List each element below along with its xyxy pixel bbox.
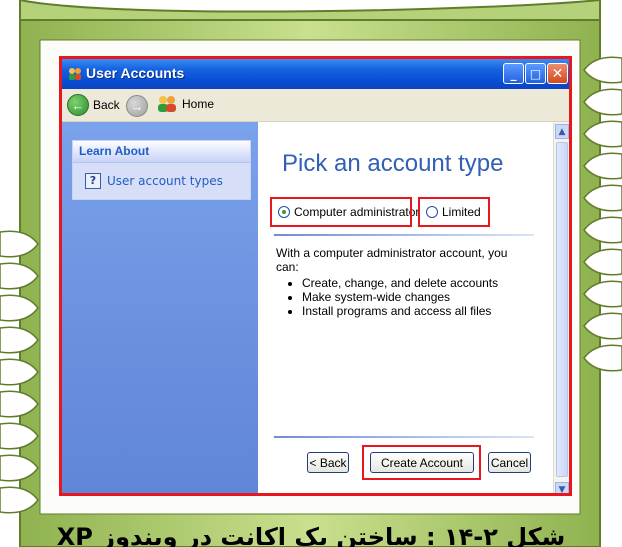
main-content: Pick an account type Computer administra…: [258, 122, 553, 493]
vertical-scrollbar[interactable]: ▲ ▼: [553, 122, 569, 493]
back-arrow-icon: ←: [67, 94, 89, 116]
page-heading: Pick an account type: [282, 150, 504, 177]
figure-caption: شکل ۲-۱۴ : ساختن یک اکانت در ویندوز XP: [56, 523, 566, 547]
window-title: User Accounts: [86, 65, 185, 81]
user-account-types-link[interactable]: ? User account types: [85, 173, 223, 189]
cancel-button[interactable]: Cancel: [488, 452, 531, 473]
help-icon: ?: [85, 173, 101, 189]
description-intro: With a computer administrator account, y…: [276, 246, 508, 274]
sidebar: Learn About ? User account types: [62, 122, 258, 493]
limited-option-highlight: [418, 197, 490, 227]
privilege-item: Make system-wide changes: [302, 290, 526, 304]
user-account-types-label: User account types: [107, 174, 223, 188]
navigation-bar: ← Back → Home: [62, 89, 569, 122]
close-button[interactable]: ✕: [547, 63, 568, 84]
admin-option-highlight: [270, 197, 412, 227]
maximize-button[interactable]: □: [525, 63, 546, 84]
forward-arrow-icon: →: [126, 95, 148, 117]
user-accounts-window: User Accounts _ □ ✕ ← Back → Home Learn …: [59, 56, 572, 496]
learn-about-title: Learn About: [73, 141, 250, 163]
scroll-up-icon[interactable]: ▲: [555, 124, 569, 139]
home-nav-label: Home: [182, 97, 215, 111]
bottom-divider: [274, 436, 534, 438]
back-nav-label: Back: [93, 98, 120, 112]
back-button[interactable]: < Back: [307, 452, 349, 473]
home-users-icon: [158, 96, 176, 112]
home-nav-button[interactable]: Home: [156, 95, 214, 113]
privilege-item: Install programs and access all files: [302, 304, 526, 318]
top-divider: [274, 234, 534, 236]
forward-nav-button[interactable]: →: [126, 95, 148, 117]
back-nav-button[interactable]: ← Back: [67, 94, 120, 116]
scrollbar-thumb[interactable]: [556, 142, 568, 477]
scroll-down-icon[interactable]: ▼: [555, 482, 569, 493]
privileges-list: Create, change, and delete accounts Make…: [302, 276, 526, 318]
title-bar[interactable]: User Accounts _ □ ✕: [62, 59, 569, 89]
user-accounts-icon: [69, 68, 81, 80]
learn-about-panel: Learn About ? User account types: [72, 140, 251, 200]
privilege-item: Create, change, and delete accounts: [302, 276, 526, 290]
create-account-highlight: [362, 445, 481, 480]
account-description: With a computer administrator account, y…: [276, 246, 526, 318]
minimize-button[interactable]: _: [503, 63, 524, 84]
